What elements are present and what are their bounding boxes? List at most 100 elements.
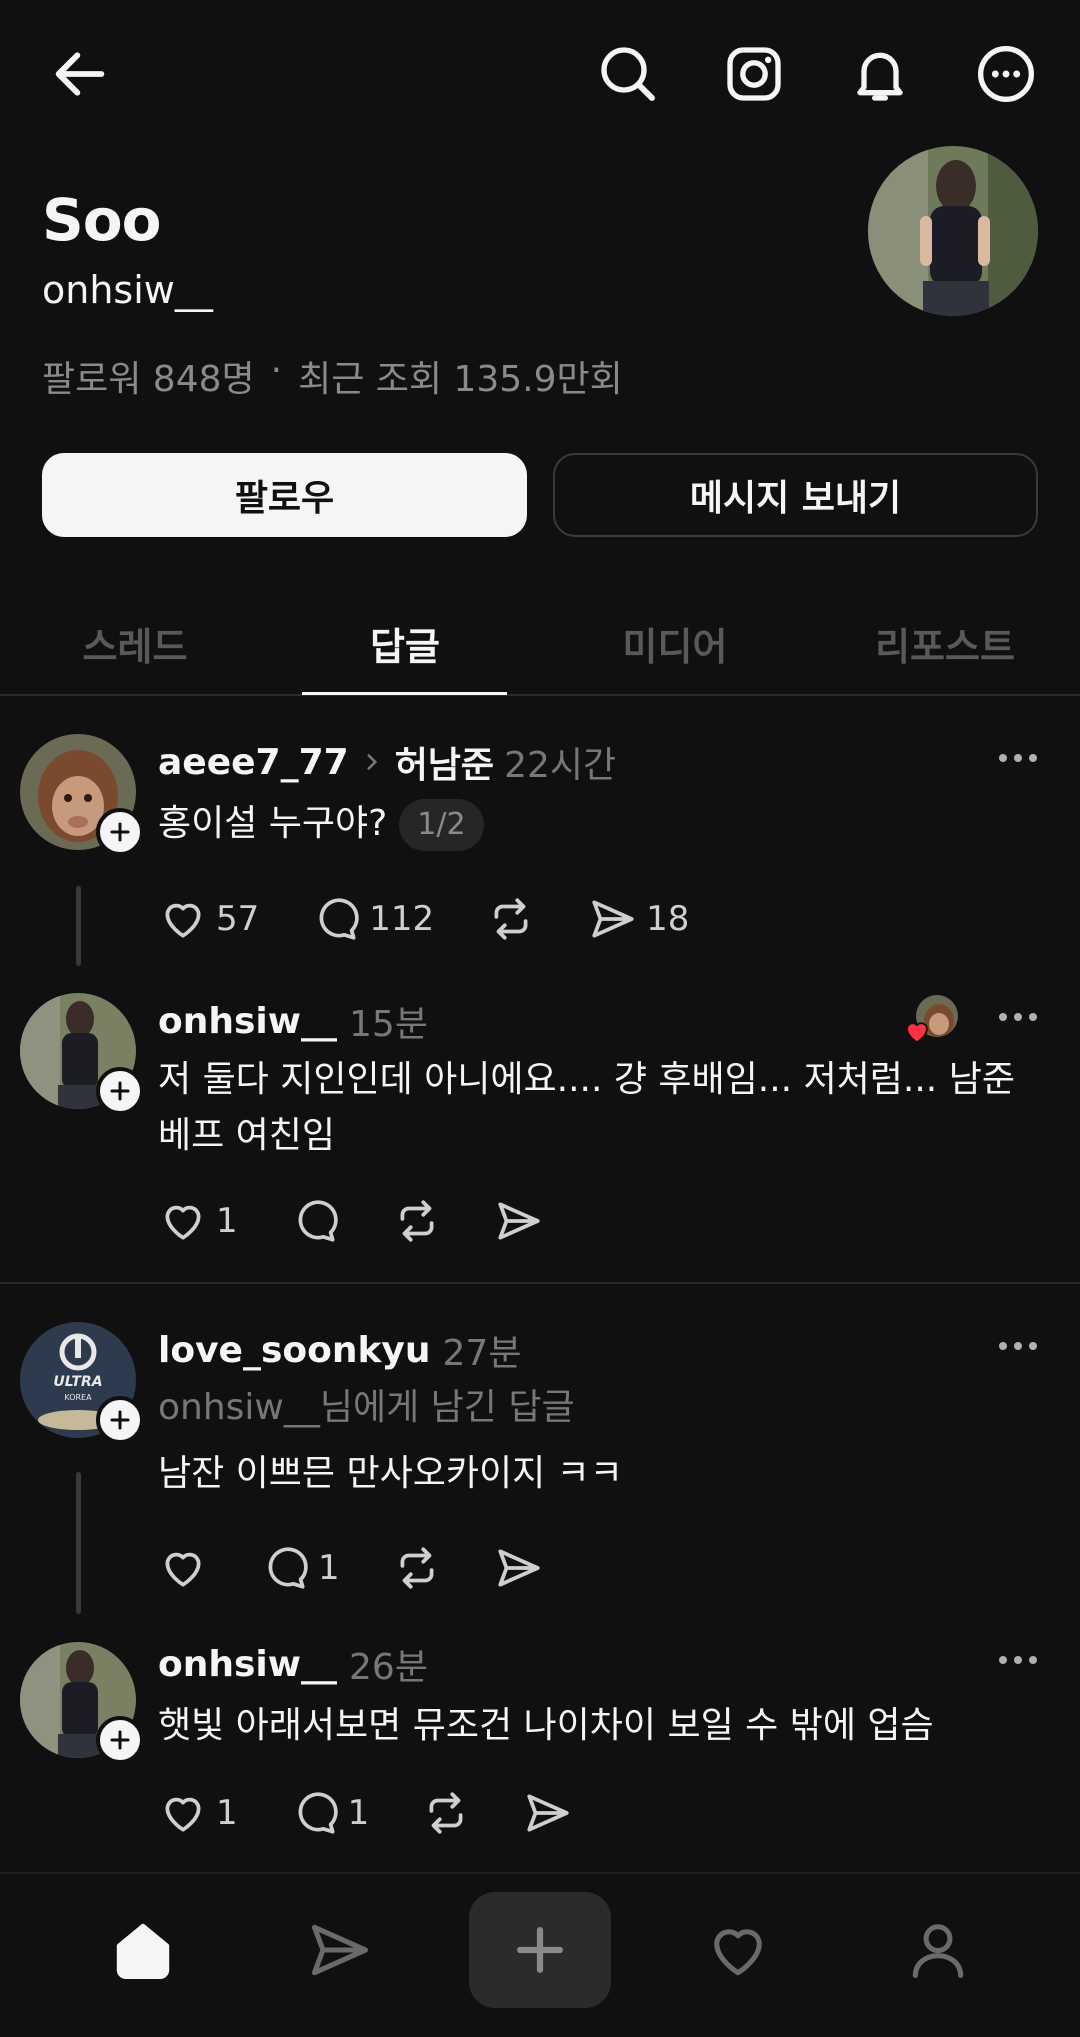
post-actions: 1 xyxy=(158,1196,596,1246)
repost-icon xyxy=(429,1792,463,1834)
post-text: 햇빛 아래서보면 뮤조건 나이차이 보일 수 밖에 업슴 xyxy=(158,1705,934,1746)
post-time: 27분 xyxy=(442,1333,522,1374)
send-icon xyxy=(527,1794,569,1832)
nav-messages[interactable] xyxy=(270,1892,410,2008)
recent-views: 최근 조회 135.9만회 xyxy=(298,359,623,400)
post-time: 22시간 xyxy=(504,745,617,786)
back-arrow-icon xyxy=(55,52,105,96)
share-button[interactable]: 18 xyxy=(588,894,689,944)
nav-home[interactable] xyxy=(73,1892,213,2008)
notifications-button[interactable] xyxy=(842,36,918,112)
repost-button[interactable] xyxy=(392,1196,442,1246)
page-indicator: 1/2 xyxy=(399,799,484,851)
follow-button[interactable]: 팔로우 xyxy=(42,453,527,537)
repost-button[interactable] xyxy=(392,1543,442,1593)
heart-icon xyxy=(165,1205,201,1240)
comment-icon xyxy=(298,1200,338,1242)
svg-text:ULTRA: ULTRA xyxy=(53,1374,102,1390)
profile-handle: onhsiw__ xyxy=(42,268,213,312)
like-count: 57 xyxy=(216,899,260,939)
follow-plus-button[interactable] xyxy=(96,1396,144,1444)
heart-icon xyxy=(165,1797,201,1832)
comment-icon xyxy=(319,898,359,940)
comment-icon xyxy=(268,1547,308,1589)
post-time: 15분 xyxy=(349,1004,428,1045)
tab-threads[interactable]: 스레드 xyxy=(0,590,270,696)
profile-tabs: 스레드 답글 미디어 리포스트 xyxy=(0,590,1080,696)
post-header: onhsiw__ 26분 xyxy=(158,1636,428,1692)
stats-separator: · xyxy=(270,350,283,391)
repost-button[interactable] xyxy=(486,894,536,944)
heart-icon xyxy=(714,1929,762,1976)
back-button[interactable] xyxy=(42,36,118,112)
plus-icon xyxy=(110,822,130,842)
nav-profile[interactable] xyxy=(868,1892,1008,2008)
tab-media[interactable]: 미디어 xyxy=(540,590,810,696)
profile-stats: 팔로워 848명 · 최근 조회 135.9만회 xyxy=(42,350,623,402)
active-tab-indicator xyxy=(302,692,507,695)
svg-text:KOREA: KOREA xyxy=(64,1393,92,1402)
more-options-button[interactable] xyxy=(968,36,1044,112)
post-actions: 1 xyxy=(158,1543,596,1593)
post-username[interactable]: aeee7_77 xyxy=(158,742,349,783)
comment-button[interactable]: 112 xyxy=(311,894,434,944)
repost-button[interactable] xyxy=(421,1788,471,1838)
comment-button[interactable]: 1 xyxy=(290,1788,370,1838)
post-text: 저 둘다 지인인데 아니에요.... 걍 후배임... 저처럼... 남준 베프… xyxy=(158,1059,1015,1156)
post-more-button[interactable] xyxy=(988,1640,1048,1680)
profile-icon xyxy=(912,1924,964,1979)
search-button[interactable] xyxy=(590,36,666,112)
follow-plus-button[interactable] xyxy=(96,808,144,856)
share-button[interactable] xyxy=(523,1788,573,1838)
post-actions: 1 1 xyxy=(158,1788,625,1838)
send-icon xyxy=(592,900,634,938)
comment-count: 112 xyxy=(369,899,435,939)
comment-count: 1 xyxy=(318,1548,340,1588)
post-more-button[interactable] xyxy=(988,1326,1048,1366)
follow-plus-button[interactable] xyxy=(96,1067,144,1115)
tab-replies[interactable]: 답글 xyxy=(270,590,540,696)
message-button[interactable]: 메시지 보내기 xyxy=(553,453,1038,537)
plus-icon xyxy=(517,1927,563,1973)
thread-line xyxy=(76,886,81,966)
send-icon xyxy=(498,1549,540,1587)
post-username[interactable]: love_soonkyu xyxy=(158,1330,431,1371)
bottom-navigation xyxy=(0,1872,1080,2037)
followers-count[interactable]: 팔로워 848명 xyxy=(42,350,255,402)
like-button[interactable]: 1 xyxy=(158,1196,238,1246)
like-count: 1 xyxy=(216,1793,238,1833)
comment-count: 1 xyxy=(347,1793,370,1833)
post-more-button[interactable] xyxy=(988,997,1048,1037)
share-button[interactable] xyxy=(494,1543,544,1593)
instagram-icon xyxy=(727,47,781,101)
like-button[interactable] xyxy=(158,1543,208,1593)
post-text-container: 홍이설 누구야? 1/2 xyxy=(158,796,1038,852)
profile-avatar[interactable] xyxy=(868,146,1038,316)
thread-line xyxy=(76,1472,81,1614)
nav-create[interactable] xyxy=(469,1892,611,2008)
send-icon xyxy=(311,1924,369,1976)
reply-context[interactable]: onhsiw__님에게 남긴 답글 xyxy=(158,1380,575,1436)
search-icon xyxy=(601,47,655,101)
like-button[interactable]: 57 xyxy=(158,894,259,944)
instagram-button[interactable] xyxy=(716,36,792,112)
home-icon xyxy=(116,1923,170,1980)
post-more-button[interactable] xyxy=(988,738,1048,778)
send-icon xyxy=(498,1202,540,1240)
follow-plus-button[interactable] xyxy=(96,1716,144,1764)
post-username[interactable]: onhsiw__ xyxy=(158,1001,337,1042)
tab-reposts[interactable]: 리포스트 xyxy=(810,590,1080,696)
nav-activity[interactable] xyxy=(668,1892,808,2008)
plus-icon xyxy=(110,1081,130,1101)
share-button[interactable] xyxy=(494,1196,544,1246)
like-button[interactable]: 1 xyxy=(158,1788,238,1838)
comment-button[interactable]: 1 xyxy=(260,1543,340,1593)
post-username[interactable]: onhsiw__ xyxy=(158,1644,337,1685)
repost-icon xyxy=(400,1547,434,1589)
post-time: 26분 xyxy=(349,1647,428,1688)
bell-icon xyxy=(857,52,903,101)
post-text: 남잔 이쁘믄 만사오카이지 ㅋㅋ xyxy=(158,1453,623,1494)
reply-target-username[interactable]: 허남준 xyxy=(395,736,494,788)
comment-button[interactable] xyxy=(290,1196,340,1246)
post-header: aeee7_77 허남준 22시간 xyxy=(158,734,616,790)
